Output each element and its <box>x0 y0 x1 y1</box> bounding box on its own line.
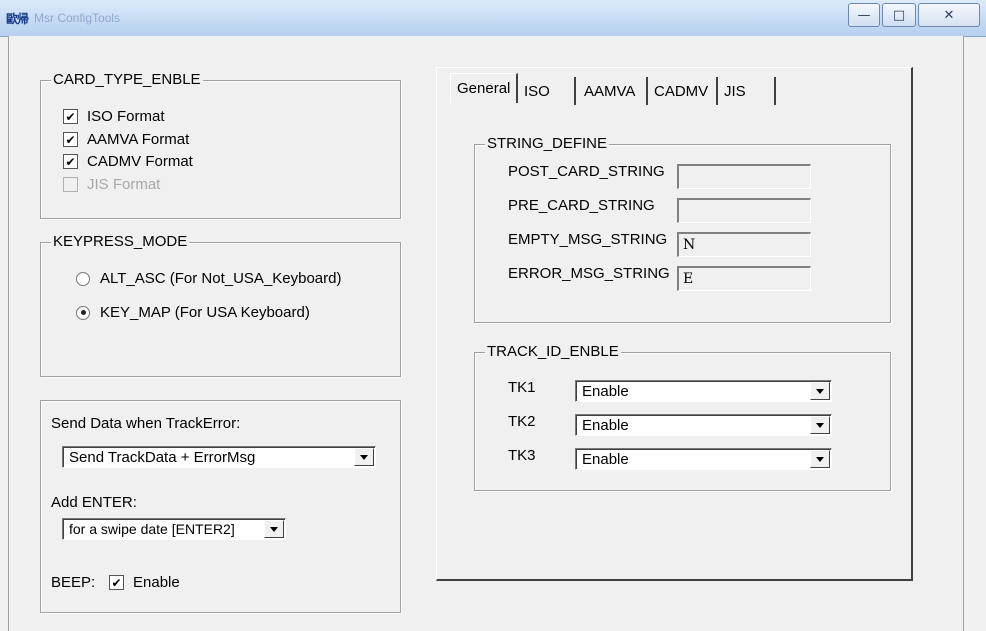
tk1-value: Enable <box>582 382 629 400</box>
aamva-format-checkbox[interactable]: ✔ AAMVA Format <box>63 131 189 148</box>
alt-asc-radio[interactable]: ALT_ASC (For Not_USA_Keyboard) <box>76 270 342 287</box>
card-type-title: CARD_TYPE_ENBLE <box>51 71 203 88</box>
post-card-string-field[interactable] <box>677 164 811 189</box>
checkbox-label: AAMVA Format <box>87 131 190 148</box>
send-data-label: Send Data when TrackError: <box>51 415 241 432</box>
chevron-down-icon <box>270 526 278 532</box>
maximize-icon: □ <box>892 7 906 23</box>
string-define-title: STRING_DEFINE <box>485 135 610 152</box>
tk3-value: Enable <box>582 450 629 468</box>
checkbox-icon: ✔ <box>63 154 78 169</box>
radio-label: KEY_MAP (For USA Keyboard) <box>100 304 310 321</box>
minimize-icon: — <box>857 7 871 23</box>
checkbox-label: Enable <box>133 574 180 591</box>
pre-card-string-label: PRE_CARD_STRING <box>508 197 655 214</box>
dropdown-button[interactable] <box>354 448 374 466</box>
jis-format-checkbox[interactable]: JIS Format <box>63 176 160 193</box>
error-msg-string-label: ERROR_MSG_STRING <box>508 265 670 282</box>
send-data-value: Send TrackData + ErrorMsg <box>69 448 256 466</box>
chevron-down-icon <box>816 456 824 462</box>
card-type-group: CARD_TYPE_ENBLE <box>40 71 401 219</box>
maximize-button[interactable]: □ <box>882 3 916 27</box>
add-enter-value: for a swipe date [ENTER2] <box>69 521 235 537</box>
error-msg-string-field[interactable]: E <box>677 266 811 291</box>
checkbox-label: CADMV Format <box>87 153 193 170</box>
chevron-down-icon <box>360 454 368 460</box>
checkbox-icon: ✔ <box>63 132 78 147</box>
close-icon: ✕ <box>943 7 955 23</box>
radio-icon <box>76 305 90 320</box>
checkbox-icon: ✔ <box>109 575 124 590</box>
chevron-down-icon <box>816 422 824 428</box>
checkbox-icon <box>63 177 78 192</box>
add-enter-select[interactable]: for a swipe date [ENTER2] <box>62 518 286 540</box>
checkbox-label: JIS Format <box>87 176 161 193</box>
dropdown-button[interactable] <box>264 520 284 538</box>
radio-label: ALT_ASC (For Not_USA_Keyboard) <box>100 270 342 287</box>
dropdown-button[interactable] <box>810 416 830 434</box>
add-enter-label: Add ENTER: <box>51 494 137 511</box>
title-bar[interactable]: 歐帰 Msr ConfigTools — □ ✕ <box>0 0 986 37</box>
send-data-select[interactable]: Send TrackData + ErrorMsg <box>62 446 376 468</box>
minimize-button[interactable]: — <box>848 3 880 27</box>
pre-card-string-field[interactable] <box>677 198 811 223</box>
beep-label: BEEP: <box>51 574 96 591</box>
post-card-string-label: POST_CARD_STRING <box>508 163 665 180</box>
dropdown-button[interactable] <box>810 382 830 400</box>
empty-msg-string-label: EMPTY_MSG_STRING <box>508 231 668 248</box>
tk3-select[interactable]: Enable <box>575 448 832 470</box>
checkbox-label: ISO Format <box>87 108 165 125</box>
tk2-select[interactable]: Enable <box>575 414 832 436</box>
dropdown-button[interactable] <box>810 450 830 468</box>
beep-enable-checkbox[interactable]: ✔ Enable <box>109 574 180 591</box>
window-title: Msr ConfigTools <box>34 11 121 25</box>
tk1-label: TK1 <box>508 379 536 396</box>
radio-icon <box>76 271 90 286</box>
empty-msg-string-field[interactable]: N <box>677 232 811 257</box>
close-button[interactable]: ✕ <box>918 3 980 27</box>
tk2-label: TK2 <box>508 413 536 430</box>
tk3-label: TK3 <box>508 447 536 464</box>
cadmv-format-checkbox[interactable]: ✔ CADMV Format <box>63 153 193 170</box>
chevron-down-icon <box>816 388 824 394</box>
tk1-select[interactable]: Enable <box>575 380 832 402</box>
app-icon: 歐帰 <box>6 12 29 26</box>
checkbox-icon: ✔ <box>63 109 78 124</box>
keypress-mode-title: KEYPRESS_MODE <box>51 233 190 250</box>
key-map-radio[interactable]: KEY_MAP (For USA Keyboard) <box>76 304 310 321</box>
iso-format-checkbox[interactable]: ✔ ISO Format <box>63 108 165 125</box>
tk2-value: Enable <box>582 416 629 434</box>
track-id-title: TRACK_ID_ENBLE <box>485 343 621 360</box>
